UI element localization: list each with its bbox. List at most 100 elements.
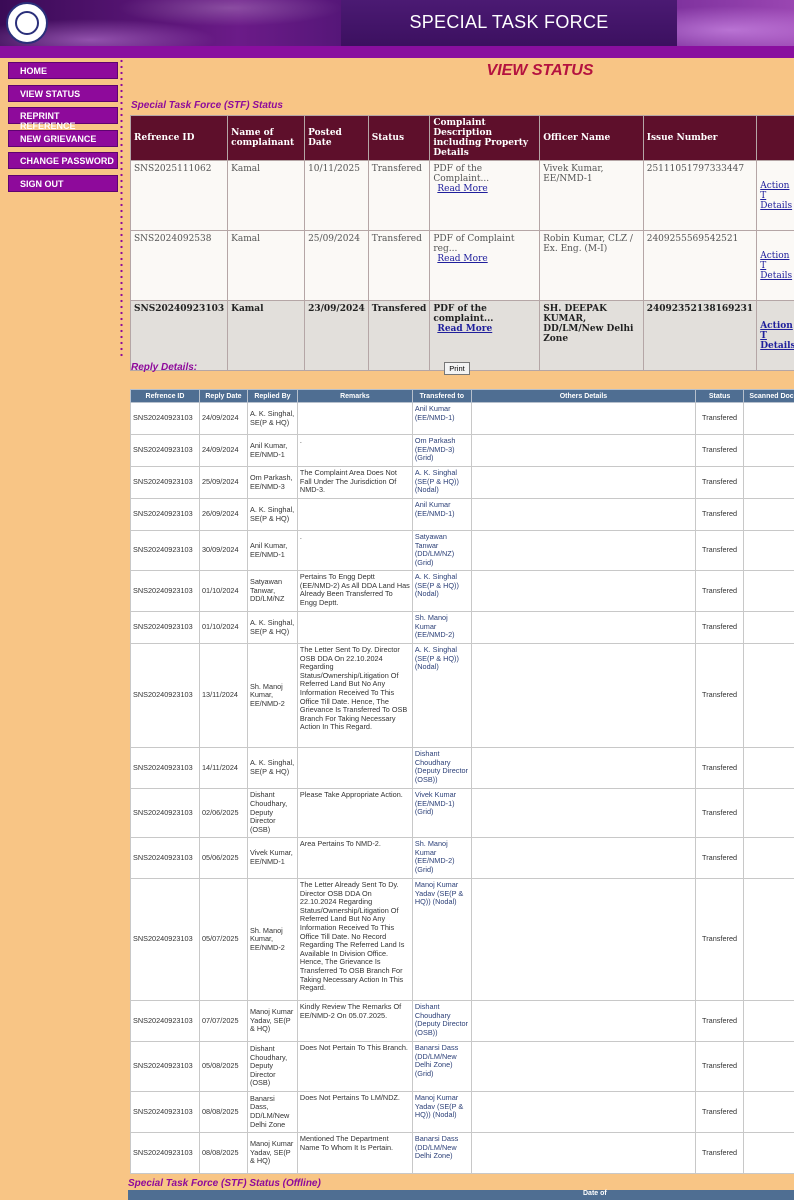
- print-button[interactable]: Print: [444, 362, 470, 375]
- reply-date: 05/06/2025: [198, 837, 248, 879]
- col-header: Transfered to: [411, 389, 472, 403]
- read-more-link[interactable]: Read More: [433, 184, 536, 194]
- table-row: SNS20240923103 05/06/2025 Vivek Kumar, EE/…: [130, 837, 794, 879]
- scanned-doc: [743, 837, 794, 879]
- col-header: Officer Name: [539, 115, 644, 161]
- table-row: SNS20240923103 24/09/2024 Anil Kumar, EE/N…: [130, 434, 794, 467]
- replied-by: Manoj Kumar Yadav, SE(P & HQ): [246, 1132, 298, 1174]
- officer-name: SH. DEEPAK KUMAR, DD/LM/New Delhi Zone: [539, 300, 644, 371]
- col-header: Date of: [583, 1190, 607, 1197]
- posted-date: 25/09/2024: [304, 230, 369, 301]
- site-title: SPECIAL TASK FORCE: [409, 12, 609, 32]
- others-details: [470, 788, 697, 838]
- read-more-link[interactable]: Read More: [433, 324, 536, 334]
- replied-by: Anil Kumar, EE/NMD-1: [246, 434, 298, 467]
- status-cell: Transfered: [695, 788, 745, 838]
- replied-by: Manoj Kumar Yadav, SE(P & HQ): [246, 1000, 298, 1042]
- reply-date: 01/10/2024: [198, 570, 248, 612]
- table-row: SNS20240923103 05/08/2025 Dishant Choudhar…: [130, 1041, 794, 1092]
- action-cell: Action T Details: [756, 160, 794, 231]
- action-cell: Action T Details: [756, 300, 794, 371]
- transfered-to: Dishant Choudhary (Deputy Director (OSB)…: [411, 747, 472, 789]
- others-details: [470, 1041, 697, 1092]
- reference-id: SNS20240923103: [130, 747, 200, 789]
- action-details-link[interactable]: Action T Details: [760, 181, 794, 211]
- col-header: Replied By: [246, 389, 298, 403]
- scanned-doc: [743, 747, 794, 789]
- col-header: Issue Number: [642, 115, 758, 161]
- remarks: Please Take Appropriate Action.: [296, 788, 413, 838]
- replied-by: A. K. Singhal, SE(P & HQ): [246, 498, 298, 531]
- table-row: SNS2025111062 Kamal 10/11/2025 Transfered PD…: [129, 160, 794, 231]
- col-header: Posted Date: [304, 115, 369, 161]
- others-details: [470, 498, 697, 531]
- replied-by: Om Parkash, EE/NMD-3: [246, 466, 298, 499]
- col-header: Scanned Doc: [743, 389, 794, 403]
- reference-id: SNS20240923103: [129, 300, 229, 371]
- scanned-doc: [743, 1091, 794, 1133]
- status-cell: Transfered: [367, 230, 431, 301]
- action-details-link[interactable]: Action T Details: [760, 321, 794, 351]
- transfered-to: Banarsi Dass (DD/LM/New Delhi Zone) (Gri…: [411, 1041, 472, 1092]
- complaint-description: PDF of the complaint... Read More: [429, 300, 541, 371]
- scanned-doc: [743, 1000, 794, 1042]
- col-header: Status: [695, 389, 745, 403]
- nav-change-password[interactable]: CHANGE PASSWORD: [8, 152, 118, 169]
- nav-new-grievance[interactable]: NEW GRIEVANCE: [8, 129, 118, 147]
- description-text: PDF of Complaint reg...: [433, 234, 515, 254]
- reference-id: SNS2024092538: [129, 230, 229, 301]
- complaint-description: PDF of Complaint reg... Read More: [429, 230, 541, 301]
- officer-name: Robin Kumar, CLZ / Ex. Eng. (M-I): [539, 230, 644, 301]
- replied-by: A. K. Singhal, SE(P & HQ): [246, 611, 298, 644]
- scanned-doc: [743, 498, 794, 531]
- table-row: SNS20240923103 07/07/2025 Manoj Kumar Yada…: [130, 1000, 794, 1042]
- transfered-to: Om Parkash (EE/NMD-3) (Grid): [411, 434, 472, 467]
- remarks: Does Not Pertains To LM/NDZ.: [296, 1091, 413, 1133]
- replied-by: A. K. Singhal, SE(P & HQ): [246, 747, 298, 789]
- nav-sign-out[interactable]: SIGN OUT: [8, 174, 118, 192]
- col-header: Refrence ID: [129, 115, 229, 161]
- col-header: Reply Date: [198, 389, 248, 403]
- reply-date: 24/09/2024: [198, 402, 248, 435]
- reference-id: SNS20240923103: [130, 611, 200, 644]
- others-details: [470, 611, 697, 644]
- transfered-to: A. K. Singhal (SE(P & HQ)) (Nodal): [411, 643, 472, 748]
- dda-logo-icon: [6, 2, 48, 44]
- reply-details-table: Refrence ID Reply Date Replied By Remark…: [130, 389, 794, 1174]
- remarks: The Letter Sent To Dy. Director OSB DDA …: [296, 643, 413, 748]
- nav-home[interactable]: HOME: [8, 62, 118, 79]
- nav-reprint-reference[interactable]: REPRINT REFERENCE: [8, 107, 118, 131]
- table-row: SNS20240923103 05/07/2025 Sh. Manoj Kumar,…: [130, 878, 794, 1001]
- reference-id: SNS20240923103: [130, 1132, 200, 1174]
- read-more-link[interactable]: Read More: [433, 254, 536, 264]
- reference-id: SNS2025111062: [129, 160, 229, 231]
- reference-id: SNS20240923103: [130, 530, 200, 571]
- reference-id: SNS20240923103: [130, 1000, 200, 1042]
- scanned-doc: [743, 1132, 794, 1174]
- remarks: .: [296, 434, 413, 467]
- remarks: Does Not Pertain To This Branch.: [296, 1041, 413, 1092]
- reply-date: 05/07/2025: [198, 878, 248, 1001]
- transfered-to: A. K. Singhal (SE(P & HQ)) (Nodal): [411, 570, 472, 612]
- transfered-to: Anil Kumar (EE/NMD-1): [411, 402, 472, 435]
- replied-by: Sh. Manoj Kumar, EE/NMD-2: [246, 878, 298, 1001]
- status-cell: Transfered: [695, 498, 745, 531]
- reply-details-title: Reply Details:: [131, 362, 198, 373]
- action-details-link[interactable]: Action T Details: [760, 251, 794, 281]
- scanned-doc: [743, 466, 794, 499]
- transfered-to: Dishant Choudhary (Deputy Director (OSB)…: [411, 1000, 472, 1042]
- status-cell: Transfered: [695, 878, 745, 1001]
- description-text: PDF of the Complaint...: [433, 164, 490, 184]
- transfered-to: Sh. Manoj Kumar (EE/NMD-2): [411, 611, 472, 644]
- remarks: .: [296, 530, 413, 571]
- stf-header-row: Refrence ID Name of complainant Posted D…: [129, 115, 794, 161]
- replied-by: Banarsi Dass, DD/LM/New Delhi Zone: [246, 1091, 298, 1133]
- status-cell: Transfered: [695, 434, 745, 467]
- reference-id: SNS20240923103: [130, 434, 200, 467]
- nav-view-status[interactable]: VIEW STATUS: [8, 84, 118, 102]
- status-cell: Transfered: [695, 530, 745, 571]
- col-header: Refrence ID: [130, 389, 200, 403]
- col-header: Complaint Description including Property…: [429, 115, 541, 161]
- replied-by: Vivek Kumar, EE/NMD-1: [246, 837, 298, 879]
- sidebar-nav: HOME VIEW STATUS REPRINT REFERENCE NEW G…: [8, 62, 118, 197]
